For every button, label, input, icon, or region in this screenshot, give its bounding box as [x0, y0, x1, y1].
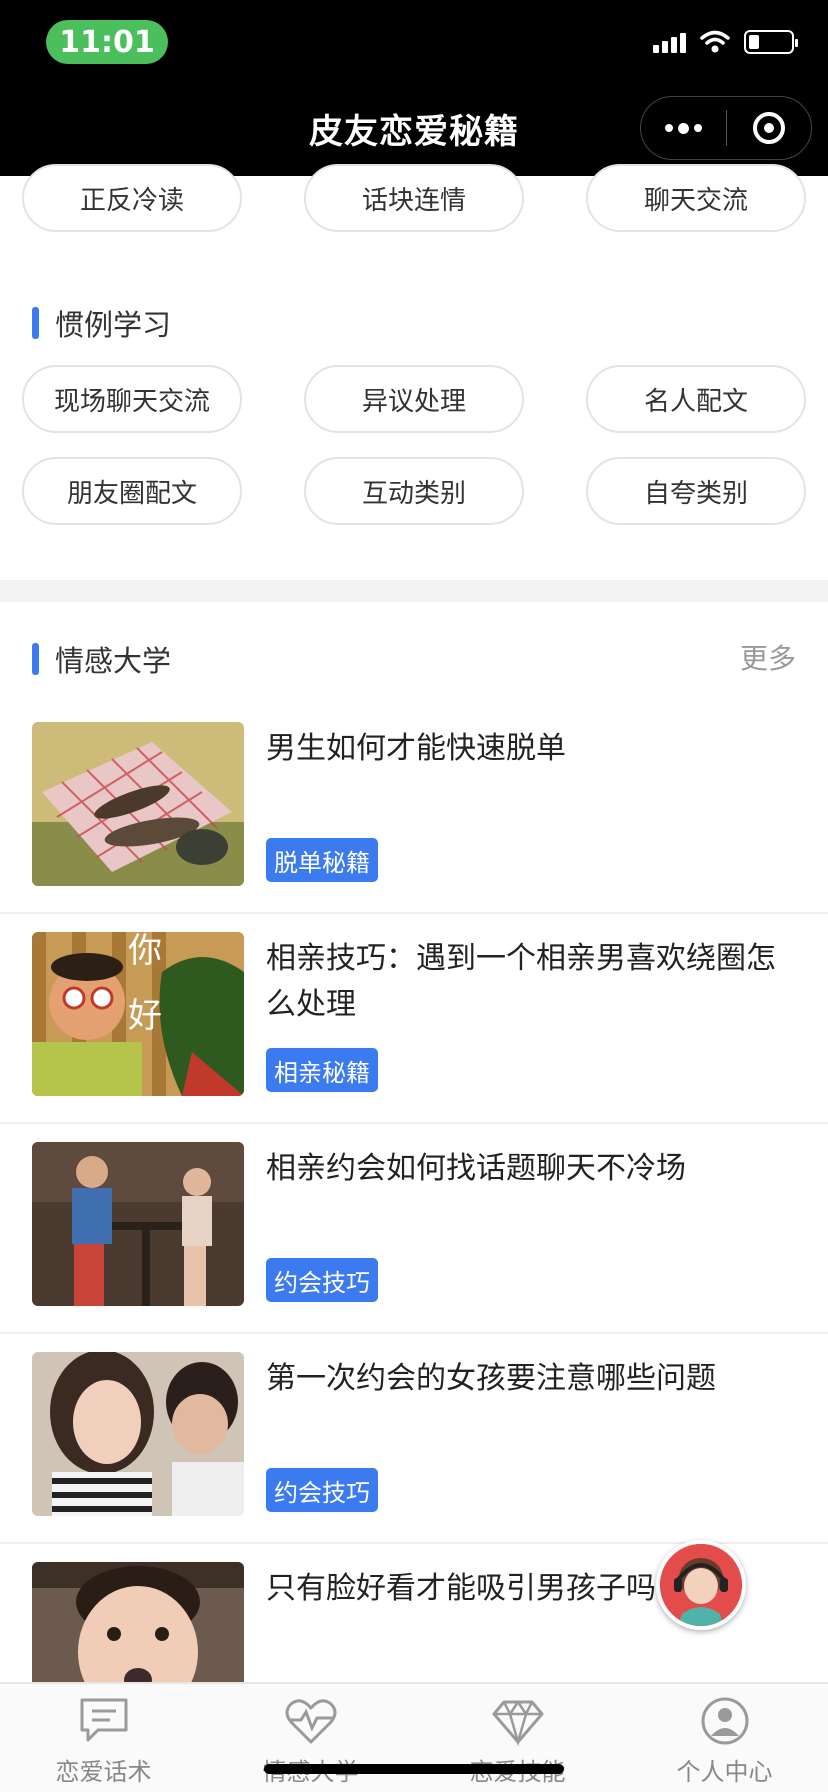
- home-indicator: [264, 1764, 564, 1774]
- article-title: 相亲技巧：遇到一个相亲男喜欢绕圈怎么处理: [266, 941, 776, 1022]
- more-dots-icon: [664, 122, 702, 134]
- tab-love-talk[interactable]: 恋爱话术: [0, 1684, 207, 1792]
- customer-service-button[interactable]: [656, 1540, 746, 1630]
- tab-label: 个人中心: [676, 1758, 773, 1786]
- close-button[interactable]: [727, 97, 812, 159]
- article-tag: 约会技巧: [266, 1258, 378, 1302]
- chip[interactable]: 名人配文: [586, 365, 806, 433]
- article-tag: 脱单秘籍: [266, 838, 378, 882]
- battery-icon: [744, 30, 798, 54]
- section-accent-bar: [32, 307, 39, 339]
- tab-label: 恋爱话术: [55, 1758, 152, 1786]
- svg-text:好: 好: [128, 996, 162, 1036]
- chip-row-top: 正反冷读 话块连情 聊天交流: [22, 164, 806, 232]
- section-title: 情感大学: [55, 644, 172, 678]
- article-tag: 约会技巧: [266, 1468, 378, 1512]
- battery-fill: [749, 35, 759, 49]
- article-item[interactable]: 第一次约会的女孩要注意哪些问题 约会技巧: [0, 1334, 828, 1544]
- mini-program-capsule: [640, 96, 812, 160]
- chip[interactable]: 异议处理: [304, 365, 524, 433]
- section-university-header: 情感大学: [32, 638, 171, 680]
- article-title: 相亲约会如何找话题聊天不冷场: [266, 1151, 686, 1186]
- article-thumbnail: 你 好: [32, 932, 244, 1096]
- svg-text:你: 你: [128, 932, 162, 971]
- chip[interactable]: 聊天交流: [586, 164, 806, 232]
- more-link[interactable]: 更多: [740, 637, 796, 677]
- status-time: 11:01: [46, 20, 168, 64]
- section-title: 惯例学习: [55, 308, 172, 342]
- article-title: 第一次约会的女孩要注意哪些问题: [266, 1361, 716, 1396]
- status-icons: [653, 30, 798, 54]
- tab-personal-center[interactable]: 个人中心: [621, 1684, 828, 1792]
- top-bar: 11:01 皮友恋爱秘籍: [0, 0, 828, 176]
- chip[interactable]: 现场聊天交流: [22, 365, 242, 433]
- article-tag: 相亲秘籍: [266, 1048, 378, 1092]
- tab-love-skills[interactable]: 恋爱技能: [414, 1684, 621, 1792]
- chip-row-learn-1: 现场聊天交流 异议处理 名人配文: [22, 365, 806, 433]
- target-icon: [752, 112, 785, 144]
- heart-pulse-icon: [285, 1699, 336, 1744]
- chip[interactable]: 互动类别: [304, 457, 524, 525]
- article-item[interactable]: 相亲约会如何找话题聊天不冷场 约会技巧: [0, 1124, 828, 1334]
- chip[interactable]: 朋友圈配文: [22, 457, 242, 525]
- tab-emotion-university[interactable]: 情感大学: [207, 1684, 414, 1792]
- article-title: 男生如何才能快速脱单: [266, 731, 566, 766]
- article-thumbnail: [32, 1352, 244, 1516]
- chip[interactable]: 话块连情: [304, 164, 524, 232]
- chip-row-learn-2: 朋友圈配文 互动类别 自夸类别: [22, 457, 806, 525]
- section-divider: [0, 580, 828, 602]
- chip[interactable]: 正反冷读: [22, 164, 242, 232]
- support-agent-icon: [660, 1544, 742, 1626]
- more-button[interactable]: [641, 97, 726, 159]
- user-icon: [701, 1697, 748, 1745]
- article-thumbnail: [32, 1142, 244, 1306]
- article-thumbnail: [32, 1562, 244, 1700]
- tab-bar: 恋爱话术 情感大学 恋爱技能 个人中心: [0, 1682, 828, 1792]
- chat-bubble-icon: [80, 1698, 127, 1742]
- diamond-icon: [492, 1700, 543, 1746]
- signal-icon: [653, 31, 686, 53]
- article-item[interactable]: 男生如何才能快速脱单 脱单秘籍: [0, 704, 828, 914]
- article-thumbnail: [32, 722, 244, 886]
- section-learn-header: 惯例学习: [32, 302, 171, 344]
- wifi-icon: [700, 30, 730, 53]
- chip[interactable]: 自夸类别: [586, 457, 806, 525]
- section-accent-bar: [32, 643, 39, 675]
- article-item[interactable]: 你 好 相亲技巧：遇到一个相亲男喜欢绕圈怎么处理 相亲秘籍: [0, 914, 828, 1124]
